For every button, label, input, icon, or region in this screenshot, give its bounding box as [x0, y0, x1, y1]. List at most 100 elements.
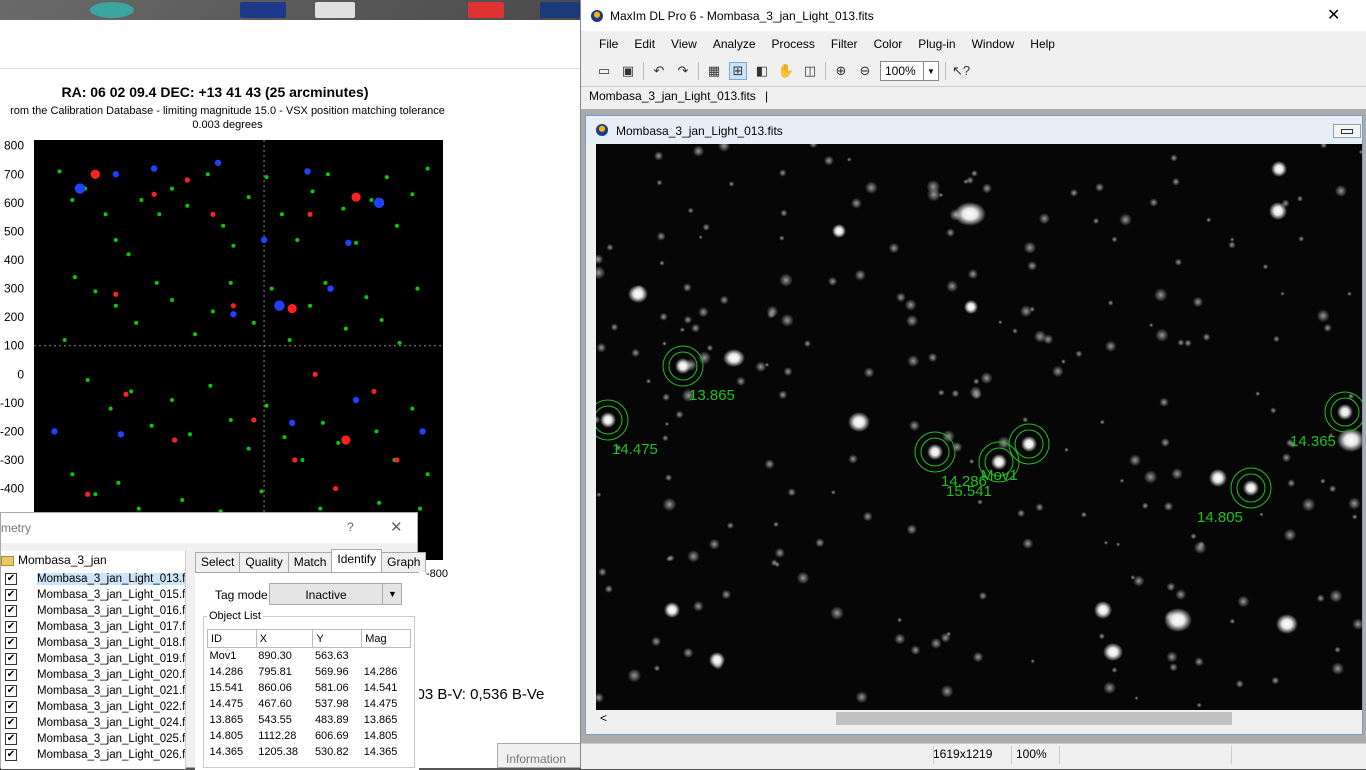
file-checkbox[interactable]: ✔: [5, 749, 17, 761]
chevron-down-icon[interactable]: ▼: [923, 62, 938, 80]
tab-graph[interactable]: Graph: [381, 552, 427, 572]
tab-select[interactable]: Select: [195, 552, 241, 572]
horizontal-scrollbar[interactable]: <: [596, 710, 1362, 728]
file-checkbox[interactable]: ✔: [5, 653, 17, 665]
file-checkbox[interactable]: ✔: [5, 701, 17, 713]
faint-star: [907, 355, 920, 367]
close-button[interactable]: ✕: [1327, 5, 1340, 25]
menu-file[interactable]: File: [591, 37, 626, 51]
file-checkbox[interactable]: ✔: [5, 573, 17, 585]
menu-analyze[interactable]: Analyze: [705, 37, 764, 51]
file-list-item[interactable]: ✔ Mombasa_3_jan_Light_021.fits: [5, 683, 185, 699]
flip-icon[interactable]: ◧: [753, 62, 771, 80]
tab-identify[interactable]: Identify: [331, 549, 383, 572]
astro-image-canvas[interactable]: 13.86514.47514.28615.541Mov114.80514.365: [596, 144, 1362, 710]
star-marker: [70, 472, 75, 477]
file-checkbox[interactable]: ✔: [5, 589, 17, 601]
menu-plugin[interactable]: Plug-in: [910, 37, 963, 51]
close-button[interactable]: ✕: [390, 518, 403, 536]
image-icon[interactable]: ▦: [705, 62, 723, 80]
tab-match[interactable]: Match: [287, 552, 333, 572]
menu-color[interactable]: Color: [866, 37, 911, 51]
file-checkbox[interactable]: ✔: [5, 685, 17, 697]
table-row[interactable]: 13.865 543.55 483.89 13.865: [208, 712, 411, 728]
table-row[interactable]: 14.286 795.81 569.96 14.286: [208, 664, 411, 680]
scroll-left-button[interactable]: <: [600, 711, 607, 725]
file-list-item[interactable]: ✔ Mombasa_3_jan_Light_019.fits: [5, 651, 185, 667]
status-divider: [1231, 746, 1232, 764]
save-icon[interactable]: ▣: [619, 62, 637, 80]
help-button[interactable]: ?: [347, 520, 354, 534]
tree-root-folder[interactable]: Mombasa_3_jan: [1, 553, 107, 567]
chevron-down-icon[interactable]: ▼: [382, 584, 402, 604]
star-marker: [57, 169, 62, 174]
table-row[interactable]: Mov1 890.30 563.63: [208, 648, 411, 665]
column-header[interactable]: Y: [312, 629, 363, 648]
table-row[interactable]: 14.475 467.60 537.98 14.475: [208, 696, 411, 712]
menu-process[interactable]: Process: [764, 37, 823, 51]
crosshair-select-icon[interactable]: ⊞: [729, 62, 747, 80]
astro-image-view[interactable]: 13.865 14.475 14.286 15.541 Mov1 14.805 14.365: [596, 144, 1362, 710]
maxim-titlebar[interactable]: MaxIm DL Pro 6 - Mombasa_3_jan_Light_013…: [581, 0, 1366, 31]
table-row[interactable]: 15.541 860.06 581.06 14.541: [208, 680, 411, 696]
file-list-item[interactable]: ✔ Mombasa_3_jan_Light_013.fits: [5, 571, 185, 587]
file-checkbox[interactable]: ✔: [5, 717, 17, 729]
context-help-icon[interactable]: ↖?: [952, 62, 970, 80]
file-checkbox[interactable]: ✔: [5, 605, 17, 617]
scrollbar-thumb[interactable]: [836, 712, 1232, 725]
photometry-titlebar[interactable]: metry ? ✕: [1, 513, 417, 543]
desktop-file-icon[interactable]: [240, 2, 286, 18]
column-header[interactable]: X: [255, 629, 314, 648]
desktop-pdf-icon[interactable]: [468, 2, 504, 18]
file-list-item[interactable]: ✔ Mombasa_3_jan_Light_020.fits: [5, 667, 185, 683]
file-list-item[interactable]: ✔ Mombasa_3_jan_Light_017.fits: [5, 619, 185, 635]
desktop-doc-icon[interactable]: [315, 2, 355, 18]
faint-star: [978, 591, 987, 601]
zoom-in-icon[interactable]: ⊕: [832, 62, 850, 80]
table-cell: 15.541: [209, 682, 244, 694]
menu-view[interactable]: View: [663, 37, 705, 51]
table-row[interactable]: 14.805 1112.28 606.69 14.805: [208, 728, 411, 744]
file-checkbox[interactable]: ✔: [5, 637, 17, 649]
file-checkbox[interactable]: ✔: [5, 621, 17, 633]
object-list-table[interactable]: ID X Y Mag Mov1 890.30 563.63 14.286 795.81 569.…: [207, 629, 411, 760]
document-tab[interactable]: Mombasa_3_jan_Light_013.fits: [589, 89, 756, 103]
file-list-item[interactable]: ✔ Mombasa_3_jan_Light_025.fits: [5, 731, 185, 747]
file-list-item[interactable]: ✔ Mombasa_3_jan_Light_022.fits: [5, 699, 185, 715]
column-header[interactable]: ID: [207, 629, 257, 648]
menu-filter[interactable]: Filter: [823, 37, 866, 51]
faint-star: [830, 606, 844, 620]
file-list-item[interactable]: ✔ Mombasa_3_jan_Light_016.fits: [5, 603, 185, 619]
table-row[interactable]: 14.365 1205.38 530.82 14.365: [208, 744, 411, 760]
file-checkbox[interactable]: ✔: [5, 733, 17, 745]
menu-help[interactable]: Help: [1022, 37, 1063, 51]
zoom-select[interactable]: 100% ▼: [880, 61, 939, 81]
menu-window[interactable]: Window: [964, 37, 1023, 51]
hand-icon[interactable]: ✋: [777, 62, 795, 80]
image-window-titlebar[interactable]: Mombasa_3_jan_Light_013.fits: [586, 116, 1362, 144]
menu-edit[interactable]: Edit: [626, 37, 663, 51]
file-list-item[interactable]: ✔ Mombasa_3_jan_Light_024.fits: [5, 715, 185, 731]
open-folder-icon[interactable]: ▭: [595, 62, 613, 80]
bright-star: [954, 202, 986, 226]
tag-mode-select[interactable]: Inactive ▼: [269, 583, 402, 605]
desktop-app-icon[interactable]: [90, 2, 134, 18]
zoom-out-icon[interactable]: ⊖: [856, 62, 874, 80]
file-list-item[interactable]: ✔ Mombasa_3_jan_Light_015.fits: [5, 587, 185, 603]
faint-star: [1196, 702, 1202, 708]
tab-quality[interactable]: Quality: [239, 552, 289, 572]
minimize-button[interactable]: [1333, 124, 1361, 138]
faint-star: [1029, 306, 1036, 312]
y-tick-label: 100: [4, 339, 24, 353]
file-checkbox[interactable]: ✔: [5, 669, 17, 681]
desktop-folder-icon[interactable]: [540, 2, 580, 18]
column-header[interactable]: Mag: [361, 629, 411, 648]
faint-star: [1358, 149, 1362, 155]
file-tree[interactable]: Mombasa_3_jan ✔ Mombasa_3_jan_Light_013.f…: [1, 551, 186, 769]
screen-stretch-icon[interactable]: ◫: [801, 62, 819, 80]
redo-icon[interactable]: ↷: [674, 62, 692, 80]
undo-icon[interactable]: ↶: [650, 62, 668, 80]
file-list-item[interactable]: ✔ Mombasa_3_jan_Light_018.fits: [5, 635, 185, 651]
file-list-item[interactable]: ✔ Mombasa_3_jan_Light_026.fits: [5, 747, 185, 763]
star-marker: [264, 175, 269, 180]
